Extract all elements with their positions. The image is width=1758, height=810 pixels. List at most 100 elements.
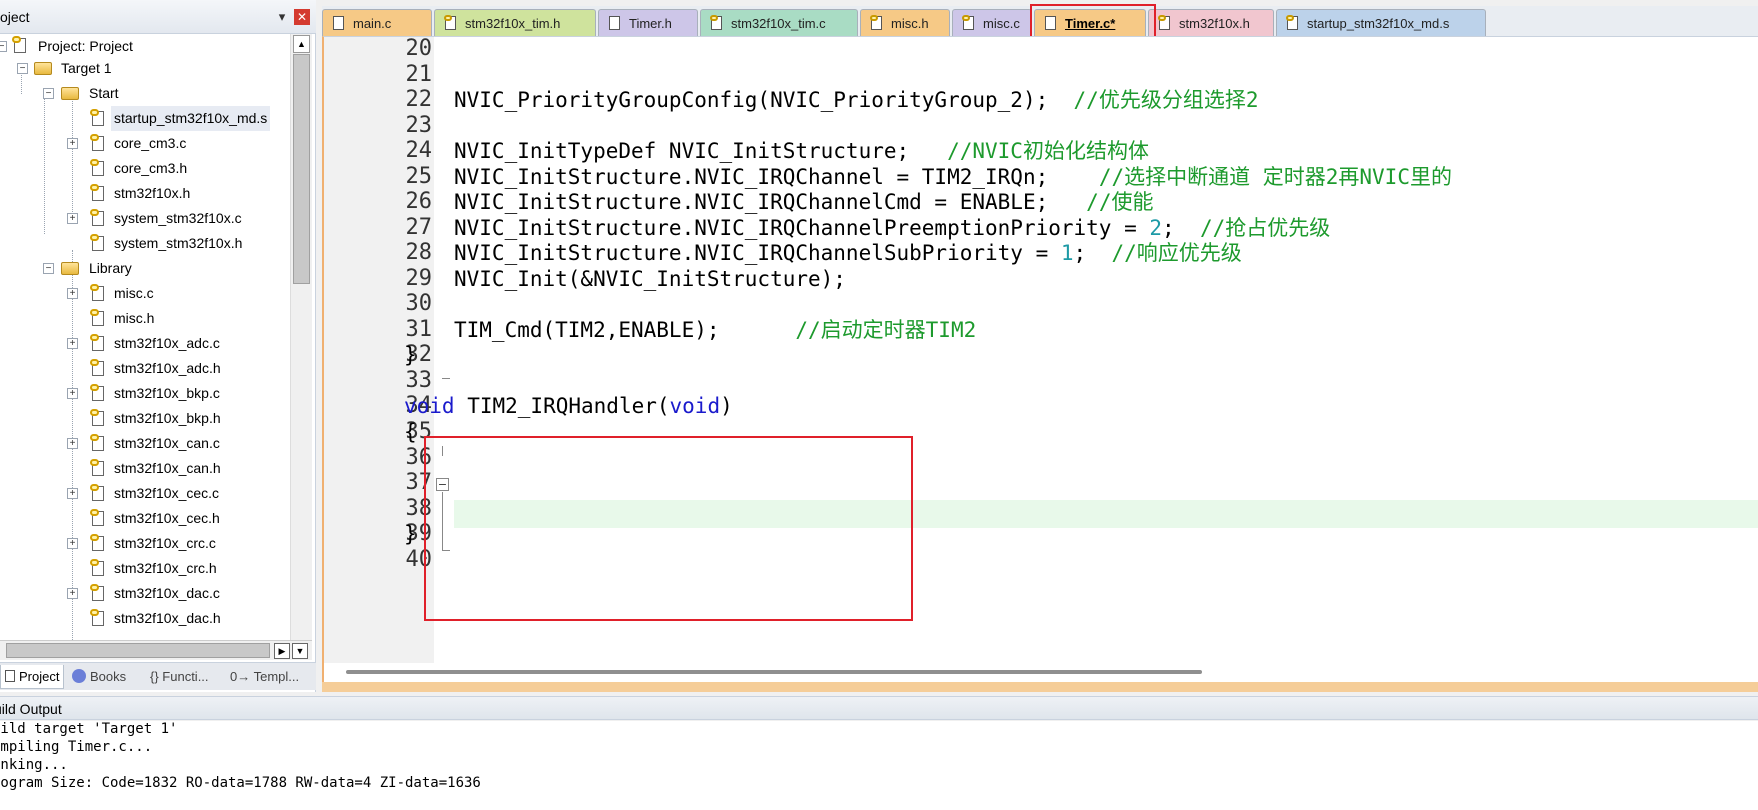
- file-icon: [332, 15, 346, 31]
- code-line-28: NVIC_InitStructure.NVIC_IRQChannelSubPri…: [454, 241, 1242, 265]
- file-icon: [1044, 15, 1058, 31]
- tab-project[interactable]: Project: [0, 665, 65, 689]
- expand-icon[interactable]: +: [67, 588, 78, 599]
- fold-collapse-icon[interactable]: −: [436, 478, 449, 491]
- h-file-icon: [90, 509, 106, 526]
- c-file-icon: [90, 584, 106, 601]
- tab-templates[interactable]: 0→ Templ...: [230, 665, 299, 689]
- h-file-icon: [90, 609, 106, 626]
- tab-label: misc.h: [891, 16, 929, 31]
- tree-item-label: stm32f10x_can.h: [114, 460, 221, 476]
- tab-stm32f10x-tim-h[interactable]: stm32f10x_tim.h: [434, 9, 596, 37]
- close-icon[interactable]: ✕: [294, 9, 310, 25]
- c-file-icon: [90, 534, 106, 551]
- file-key-icon: [444, 15, 458, 31]
- line-number: 36: [405, 445, 433, 470]
- h-file-icon: [90, 309, 106, 326]
- folder-icon: [61, 87, 79, 100]
- line-number: 23: [405, 113, 433, 138]
- tab-stm32f10x-tim-c[interactable]: stm32f10x_tim.c: [700, 9, 858, 37]
- expand-icon[interactable]: +: [67, 488, 78, 499]
- tree-item-label: stm32f10x.h: [114, 185, 191, 201]
- build-output-line: inking...: [0, 757, 68, 773]
- scroll-right-icon[interactable]: ▶: [274, 643, 290, 659]
- collapse-icon[interactable]: −: [43, 263, 54, 274]
- c-file-icon: [90, 484, 106, 501]
- editor-bottom-border: [322, 682, 1758, 692]
- tab-misc-h[interactable]: misc.h: [860, 9, 950, 37]
- line-number: 20: [405, 36, 433, 61]
- scroll-down-icon[interactable]: ▼: [292, 643, 308, 659]
- build-output-line: uild target 'Target 1': [0, 721, 178, 737]
- tab-label: main.c: [353, 16, 392, 31]
- line-number: 40: [405, 547, 433, 572]
- books-icon: [72, 669, 86, 683]
- line-number: 28: [405, 240, 433, 265]
- collapse-icon[interactable]: −: [17, 63, 28, 74]
- expand-icon[interactable]: +: [67, 288, 78, 299]
- line-number: 33: [405, 368, 433, 393]
- tree-item-label: stm32f10x_bkp.h: [114, 410, 221, 426]
- tree-guide-line: [44, 94, 45, 234]
- tab-books[interactable]: Books: [72, 665, 126, 689]
- scroll-thumb[interactable]: [293, 54, 310, 284]
- tab-label: startup_stm32f10x_md.s: [1307, 16, 1450, 31]
- tree-item-label: system_stm32f10x.c: [114, 210, 242, 226]
- expand-icon[interactable]: +: [67, 138, 78, 149]
- expand-icon[interactable]: +: [67, 538, 78, 549]
- code-line-39: }: [404, 522, 417, 546]
- line-number: 30: [405, 291, 433, 316]
- scroll-thumb[interactable]: [346, 670, 1202, 674]
- tab-label: Timer.h: [629, 16, 672, 31]
- tab-startup-stm32f10x-md-s[interactable]: startup_stm32f10x_md.s: [1276, 9, 1486, 37]
- tree-vertical-scrollbar[interactable]: ▲: [290, 34, 312, 640]
- pin-icon[interactable]: ▾: [274, 9, 290, 25]
- editor-horizontal-scrollbar[interactable]: [346, 667, 1758, 681]
- expand-icon[interactable]: +: [67, 213, 78, 224]
- expand-icon[interactable]: +: [67, 438, 78, 449]
- tree-item-label: stm32f10x_cec.c: [114, 485, 220, 501]
- c-file-icon: [90, 434, 106, 451]
- line-number: 24: [405, 138, 433, 163]
- tree-item-label: startup_stm32f10x_md.s: [111, 106, 271, 131]
- expand-icon[interactable]: +: [67, 338, 78, 349]
- line-number: 22: [405, 87, 433, 112]
- tab-functions[interactable]: {} Functi...: [150, 665, 209, 689]
- build-output-title: uild Output: [0, 701, 62, 717]
- folder-icon: [61, 262, 79, 275]
- tree-item-label: stm32f10x_dac.h: [114, 610, 221, 626]
- collapse-icon[interactable]: −: [43, 88, 54, 99]
- line-number: 25: [405, 164, 433, 189]
- tab-label: stm32f10x_tim.h: [465, 16, 561, 31]
- tab-stm32f10x-h[interactable]: stm32f10x.h: [1148, 9, 1274, 37]
- c-file-icon: [90, 284, 106, 301]
- tree-horizontal-scrollbar[interactable]: ▶ ▼: [0, 640, 312, 660]
- tree-guide-line: [72, 94, 73, 224]
- tab-label: stm32f10x_tim.c: [731, 16, 826, 31]
- code-line-29: NVIC_Init(&NVIC_InitStructure);: [454, 267, 846, 291]
- code-line-32: }: [404, 343, 417, 367]
- tab-timer-c[interactable]: Timer.c*: [1034, 9, 1146, 37]
- scroll-up-icon[interactable]: ▲: [293, 35, 310, 53]
- tree-item-label: core_cm3.h: [114, 160, 188, 176]
- build-output-panel[interactable]: uild target 'Target 1' ompiling Timer.c.…: [0, 721, 1758, 810]
- tab-main-c[interactable]: main.c: [322, 9, 432, 37]
- code-editor[interactable]: 20 21 22 23 24 25 26 27 28 29 30 31 32 3…: [322, 36, 1758, 682]
- collapse-icon[interactable]: −: [0, 41, 7, 52]
- h-file-icon: [90, 184, 106, 201]
- code-line-34: void TIM2_IRQHandler(void): [404, 394, 733, 418]
- current-line-highlight: [454, 500, 1758, 528]
- tab-timer-h[interactable]: Timer.h: [598, 9, 698, 37]
- tab-label: Timer.c*: [1065, 16, 1116, 31]
- h-file-icon: [90, 559, 106, 576]
- tree-item-label: stm32f10x_crc.h: [114, 560, 217, 576]
- tab-misc-c[interactable]: misc.c: [952, 9, 1032, 37]
- project-panel-title-bar: oject ▾ ✕: [0, 0, 316, 34]
- scroll-thumb[interactable]: [6, 643, 270, 658]
- expand-icon[interactable]: +: [67, 388, 78, 399]
- tab-label: 0→ Templ...: [230, 669, 300, 684]
- tree-item-label: stm32f10x_adc.c: [114, 335, 220, 351]
- line-number: 26: [405, 189, 433, 214]
- tab-label: Books: [90, 669, 127, 684]
- file-key-icon: [962, 15, 976, 31]
